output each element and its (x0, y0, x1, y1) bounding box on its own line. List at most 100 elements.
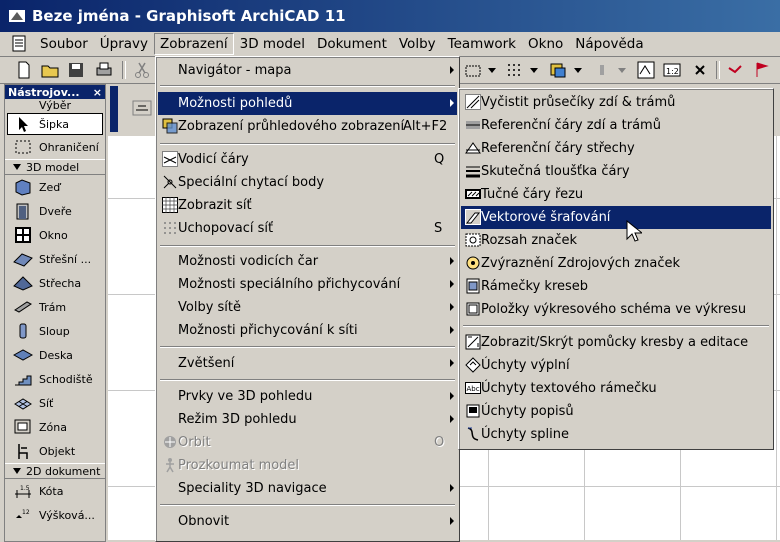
submenu-item-text-frame-handles[interactable]: Abc Úchyty textového rámečku (461, 377, 771, 400)
menu-item-transparent-view[interactable]: Zobrazení průhledového zobrazení Alt+F2 (158, 115, 457, 138)
submenu-arrow-icon (450, 392, 454, 400)
tool-window[interactable]: Okno (5, 223, 105, 247)
menu-napoveda[interactable]: Nápověda (569, 33, 649, 55)
open-folder-icon[interactable] (40, 60, 60, 80)
print-icon[interactable] (94, 60, 114, 80)
menu-item-special-snap-options[interactable]: Možnosti speciálního přichycování (158, 273, 457, 296)
view-options-submenu: Vyčistit průsečíky zdí & trámů Referenčn… (458, 88, 774, 450)
tool-slab[interactable]: Deska (5, 343, 105, 367)
submenu-item-spline-handles[interactable]: Úchyty spline (461, 423, 771, 446)
tool-arrow[interactable]: Šipka (7, 113, 103, 135)
menu-item-snap-grid[interactable]: Uchopovací síť S (158, 217, 457, 240)
dropdown-arrow-icon[interactable] (528, 60, 540, 80)
select-section-label: Výběr (38, 99, 71, 112)
menu-item-view-options[interactable]: Možnosti pohledů (158, 92, 457, 115)
tool-beam[interactable]: Trám (5, 295, 105, 319)
menu-item-zoom[interactable]: Zvětšení (158, 352, 457, 375)
submenu-arrow-icon (450, 359, 454, 367)
save-icon[interactable] (66, 60, 86, 80)
tool-level-dimension[interactable]: 12 Výšková... (5, 503, 105, 527)
submenu-arrow-icon (450, 415, 454, 423)
menu-item-3d-navigation[interactable]: Speciality 3D navigace (158, 477, 457, 500)
submenu-arrow-icon (450, 484, 454, 492)
category-2d-document[interactable]: 2D dokument (5, 463, 105, 479)
beam-icon (14, 301, 32, 313)
tool-wall[interactable]: Zeď (5, 175, 105, 199)
submenu-item-marker-range[interactable]: Rozsah značek (461, 229, 771, 252)
wall-ref-lines-icon (466, 121, 480, 129)
menu-upravy[interactable]: Úpravy (94, 33, 154, 55)
menu-item-3d-mode[interactable]: Režim 3D pohledu (158, 408, 457, 431)
tool-roof-label: Střecha (39, 276, 82, 290)
menu-item-snap-grid-options[interactable]: Možnosti přichycování k síti (158, 319, 457, 342)
menu-teamwork[interactable]: Teamwork (442, 33, 522, 55)
tool-object[interactable]: Objekt (5, 439, 105, 463)
fill-color-icon[interactable] (548, 60, 568, 80)
tool-roof[interactable]: Střecha (5, 271, 105, 295)
menu-soubor[interactable]: Soubor (34, 33, 94, 55)
submenu-item-fill-handles[interactable]: Úchyty výplní (461, 354, 771, 377)
arrow-pointer-icon (19, 117, 28, 132)
menu-zobrazeni[interactable]: Zobrazení (154, 33, 234, 55)
submenu-item-vector-hatching[interactable]: Vektorové šrafování (461, 206, 771, 229)
menu-item-guide-lines[interactable]: Vodicí čáry Q (158, 148, 457, 171)
menu-item-navigator[interactable]: Navigátor - mapa (158, 59, 457, 82)
tool-stair[interactable]: Schodiště (5, 367, 105, 391)
tool-object-label: Objekt (39, 444, 76, 458)
tool-zone[interactable]: Zóna (5, 415, 105, 439)
dropdown-arrow-icon[interactable] (572, 60, 584, 80)
tool-marquee[interactable]: Ohraničení (5, 135, 105, 159)
window-title: Beze jména - Graphisoft ArchiCAD 11 (32, 7, 346, 25)
menu-3d-model[interactable]: 3D model (234, 33, 311, 55)
menu-item-grid-options[interactable]: Volby sítě (158, 296, 457, 319)
menu-item-show-grid[interactable]: Zobrazit síť (158, 194, 457, 217)
info-box-handle[interactable] (110, 86, 118, 132)
menu-item-refresh[interactable]: Obnovit (158, 510, 457, 533)
menu-item-guide-options[interactable]: Možnosti vodicích čar (158, 250, 457, 273)
layer-icon[interactable] (464, 60, 484, 80)
magic-wand-icon[interactable] (726, 60, 746, 80)
tool-dimension[interactable]: 1.5 Kóta (5, 479, 105, 503)
submenu-item-drawing-frames[interactable]: Rámečky kreseb (461, 275, 771, 298)
submenu-item-wall-ref-lines[interactable]: Referenční čáry zdí a trámů (461, 114, 771, 137)
tool-mesh[interactable]: Síť (5, 391, 105, 415)
pen-icon[interactable] (592, 60, 612, 80)
submenu-item-drawing-schema[interactable]: Položky výkresového schéma ve výkresu (461, 298, 771, 321)
new-file-icon[interactable] (14, 60, 34, 80)
menu-dokument[interactable]: Dokument (311, 33, 393, 55)
object-chair-icon (18, 444, 28, 459)
close-x-icon[interactable] (690, 60, 710, 80)
tool-dimension-label: Kóta (39, 484, 64, 498)
tool-arrow-label: Šipka (39, 117, 69, 131)
trace-ref-icon[interactable] (132, 100, 152, 116)
submenu-item-source-markers[interactable]: Zvýraznění Zdrojových značek (461, 252, 771, 275)
toolbox-palette: Nástrojov... × Výběr Šipka Ohraničení 3D… (4, 84, 106, 542)
snap-grid-icon (164, 222, 176, 234)
tool-wall-label: Zeď (39, 180, 61, 194)
submenu-item-toggle-drawing-aids[interactable]: Zobrazit/Skrýt pomůcky kresby a editace (461, 331, 771, 354)
document-icon (12, 35, 26, 52)
svg-text:Abc: Abc (467, 385, 480, 393)
flag-icon[interactable] (752, 60, 772, 80)
submenu-item-clean-intersections[interactable]: Vyčistit průsečíky zdí & trámů (461, 91, 771, 114)
toolbox-close-button[interactable]: × (93, 86, 102, 99)
menu-item-special-snap[interactable]: Speciální chytací body (158, 171, 457, 194)
menu-okno[interactable]: Okno (522, 33, 569, 55)
submenu-arrow-icon (450, 99, 454, 107)
trace-icon[interactable] (636, 60, 656, 80)
submenu-item-bold-cut-lines[interactable]: Tučné čáry řezu (461, 183, 771, 206)
tool-door[interactable]: Dveře (5, 199, 105, 223)
category-3d-model[interactable]: 3D model (5, 159, 105, 175)
submenu-item-true-line-weight[interactable]: Skutečná tloušťka čáry (461, 160, 771, 183)
cut-icon[interactable] (132, 60, 152, 80)
menu-item-3d-elements[interactable]: Prvky ve 3D pohledu (158, 385, 457, 408)
tool-column[interactable]: Sloup (5, 319, 105, 343)
submenu-item-roof-ref-lines[interactable]: Referenční čáry střechy (461, 137, 771, 160)
grid-snap-icon[interactable] (504, 60, 524, 80)
tool-roof-window[interactable]: Střešní ... (5, 247, 105, 271)
submenu-item-label-handles[interactable]: Úchyty popisů (461, 400, 771, 423)
dropdown-arrow-icon[interactable] (486, 60, 498, 80)
menu-volby[interactable]: Volby (393, 33, 442, 55)
dropdown-arrow-icon[interactable] (616, 60, 628, 80)
scale-icon[interactable]: 1:2 (662, 60, 682, 80)
